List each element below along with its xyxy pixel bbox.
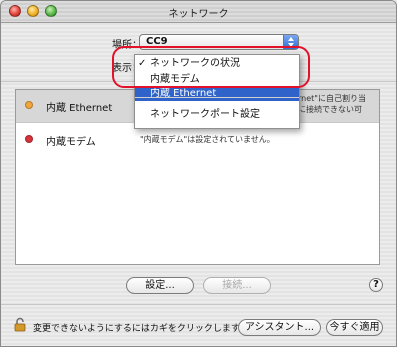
status-amber-icon xyxy=(25,101,33,109)
lock-hint: 変更できないようにするにはカギをクリックします。 xyxy=(33,324,249,334)
separator xyxy=(1,304,396,305)
network-window: ネットワーク 場所： CC9 表示： 内蔵 Ethernet rnet"に自己割… xyxy=(0,0,397,347)
row-desc-ethernet: rnet"に自己割り当 に接続できない可 xyxy=(298,93,378,115)
row-desc-ethernet-line-2: に接続できない可 xyxy=(298,105,362,114)
menu-separator xyxy=(135,97,299,98)
title-bar: ネットワーク xyxy=(1,1,396,23)
row-name-ethernet: 内蔵 Ethernet xyxy=(46,103,113,114)
apply-now-button[interactable]: 今すぐ適用 xyxy=(326,319,383,336)
lock-icon[interactable] xyxy=(14,317,26,332)
connect-button[interactable]: 接続... xyxy=(203,277,271,294)
menu-item-internal-ethernet[interactable]: 内蔵 Ethernet xyxy=(135,87,299,101)
help-button[interactable]: ? xyxy=(369,278,383,292)
row-name-modem: 内蔵モデム xyxy=(46,137,96,148)
configure-button[interactable]: 設定... xyxy=(126,277,194,294)
row-desc-ethernet-line-1: rnet"に自己割り当 xyxy=(298,94,366,103)
menu-item-network-port-configurations[interactable]: ネットワークポート設定 xyxy=(135,108,299,122)
status-red-icon xyxy=(25,135,33,143)
assistant-button[interactable]: アシスタント... xyxy=(238,319,321,336)
window-title: ネットワーク xyxy=(168,9,229,20)
highlight-annotation xyxy=(112,46,310,88)
row-desc-modem: "内蔵モデム"は設定されていません。 xyxy=(140,135,275,144)
